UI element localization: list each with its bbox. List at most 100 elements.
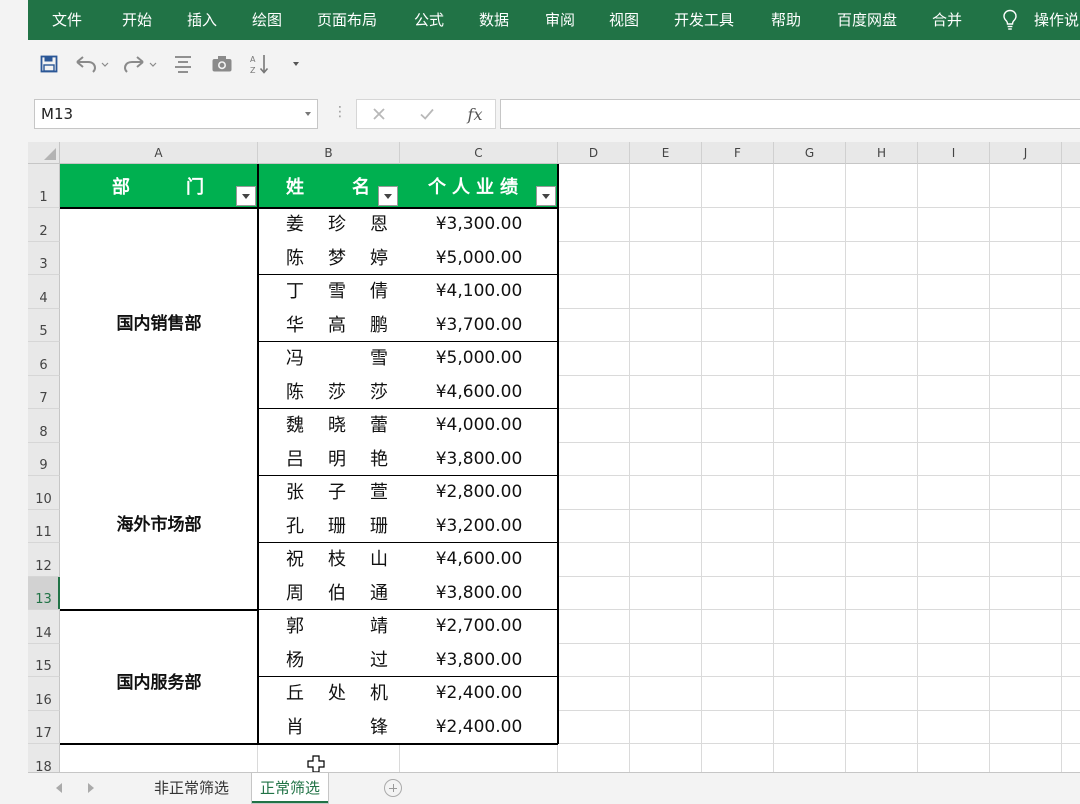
filter-dropdown-button[interactable]	[378, 186, 398, 206]
row-header-6[interactable]: 6	[28, 342, 60, 376]
header-cell-performance[interactable]: 个人业绩	[400, 164, 558, 208]
customize-toolbar-button[interactable]	[288, 52, 304, 76]
tab-file[interactable]: 文件	[52, 0, 82, 40]
row-header-7[interactable]: 7	[28, 376, 60, 409]
row-header-2[interactable]: 2	[28, 208, 60, 242]
row-header-12[interactable]: 12	[28, 543, 60, 577]
sort-button[interactable]: A Z	[248, 52, 272, 76]
header-cell-department[interactable]: 部 门	[60, 164, 258, 208]
tab-page-layout[interactable]: 页面布局	[317, 0, 377, 40]
name-cell[interactable]: 杨过	[258, 644, 388, 677]
column-header-g[interactable]: G	[774, 142, 846, 164]
column-header-k[interactable]	[1062, 142, 1080, 164]
scroll-sheets-right-button[interactable]	[88, 783, 94, 793]
lightbulb-icon[interactable]	[1002, 9, 1018, 31]
performance-cell[interactable]: ¥2,700.00	[414, 610, 544, 643]
column-header-j[interactable]: J	[990, 142, 1062, 164]
name-cell[interactable]: 陈莎莎	[258, 376, 388, 409]
column-header-e[interactable]: E	[630, 142, 702, 164]
column-header-i[interactable]: I	[918, 142, 990, 164]
performance-cell[interactable]: ¥2,400.00	[414, 677, 544, 710]
department-cell[interactable]: 国内销售部	[60, 309, 258, 334]
tell-me-search[interactable]: 操作说	[1034, 0, 1079, 40]
row-header-1[interactable]: 1	[28, 164, 60, 208]
redo-button[interactable]	[120, 52, 160, 76]
performance-cell[interactable]: ¥2,800.00	[414, 476, 544, 509]
performance-cell[interactable]: ¥3,800.00	[414, 443, 544, 476]
department-cell[interactable]: 海外市场部	[60, 510, 258, 535]
sheet-tab-normal-filter[interactable]: 正常筛选	[252, 773, 329, 803]
formula-input[interactable]	[500, 99, 1080, 129]
name-cell[interactable]: 冯雪	[258, 342, 388, 375]
column-header-c[interactable]: C	[400, 142, 558, 164]
name-cell[interactable]: 华高鹏	[258, 309, 388, 342]
filter-dropdown-button[interactable]	[236, 186, 256, 206]
department-cell[interactable]: 国内服务部	[60, 668, 258, 693]
performance-cell[interactable]: ¥3,800.00	[414, 644, 544, 677]
name-cell[interactable]: 郭靖	[258, 610, 388, 643]
row-header-10[interactable]: 10	[28, 476, 60, 510]
tab-insert[interactable]: 插入	[187, 0, 217, 40]
insert-function-button[interactable]: fx	[461, 100, 489, 128]
performance-cell[interactable]: ¥4,000.00	[414, 409, 544, 442]
tab-home[interactable]: 开始	[122, 0, 152, 40]
add-sheet-button[interactable]	[384, 779, 402, 797]
column-header-d[interactable]: D	[558, 142, 630, 164]
performance-cell[interactable]: ¥3,800.00	[414, 577, 544, 610]
header-cell-name[interactable]: 姓 名	[258, 164, 400, 208]
row-header-16[interactable]: 16	[28, 677, 60, 711]
performance-cell[interactable]: ¥5,000.00	[414, 342, 544, 375]
chevron-down-icon[interactable]	[305, 112, 311, 116]
performance-cell[interactable]: ¥3,700.00	[414, 309, 544, 342]
performance-cell[interactable]: ¥3,300.00	[414, 208, 544, 241]
name-cell[interactable]: 丘处机	[258, 677, 388, 710]
row-header-18[interactable]: 18	[28, 744, 60, 772]
name-cell[interactable]: 周伯通	[258, 577, 388, 610]
tab-developer[interactable]: 开发工具	[674, 0, 734, 40]
row-header-8[interactable]: 8	[28, 409, 60, 443]
tab-formulas[interactable]: 公式	[414, 0, 444, 40]
name-cell[interactable]: 吕明艳	[258, 443, 388, 476]
performance-cell[interactable]: ¥4,600.00	[414, 543, 544, 576]
cancel-edit-button[interactable]	[365, 100, 393, 128]
column-header-f[interactable]: F	[702, 142, 774, 164]
performance-cell[interactable]: ¥3,200.00	[414, 510, 544, 543]
row-header-11[interactable]: 11	[28, 510, 60, 543]
scroll-sheets-left-button[interactable]	[56, 783, 62, 793]
column-header-h[interactable]: H	[846, 142, 918, 164]
tab-baidu-netdisk[interactable]: 百度网盘	[837, 0, 897, 40]
select-all-button[interactable]	[28, 142, 60, 164]
tab-help[interactable]: 帮助	[771, 0, 801, 40]
name-box[interactable]: M13	[34, 99, 318, 129]
column-header-a[interactable]: A	[60, 142, 258, 164]
tab-review[interactable]: 审阅	[545, 0, 575, 40]
row-header-13[interactable]: 13	[28, 577, 60, 610]
performance-cell[interactable]: ¥4,600.00	[414, 376, 544, 409]
tab-view[interactable]: 视图	[609, 0, 639, 40]
formula-bar-resize-handle[interactable]: ⋮	[333, 104, 347, 120]
row-header-9[interactable]: 9	[28, 443, 60, 476]
performance-cell[interactable]: ¥5,000.00	[414, 242, 544, 275]
name-cell[interactable]: 魏晓蕾	[258, 409, 388, 442]
filter-dropdown-button[interactable]	[536, 186, 556, 206]
performance-cell[interactable]: ¥2,400.00	[414, 711, 544, 744]
confirm-edit-button[interactable]	[413, 100, 441, 128]
name-cell[interactable]: 丁雪倩	[258, 275, 388, 308]
row-header-15[interactable]: 15	[28, 644, 60, 677]
undo-button[interactable]	[72, 52, 112, 76]
row-header-4[interactable]: 4	[28, 275, 60, 309]
name-cell[interactable]: 陈梦婷	[258, 242, 388, 275]
name-cell[interactable]: 姜珍恩	[258, 208, 388, 241]
tab-draw[interactable]: 绘图	[252, 0, 282, 40]
name-cell[interactable]: 张子萱	[258, 476, 388, 509]
row-header-14[interactable]: 14	[28, 610, 60, 644]
row-header-17[interactable]: 17	[28, 711, 60, 744]
save-button[interactable]	[38, 52, 60, 76]
tab-data[interactable]: 数据	[479, 0, 509, 40]
name-cell[interactable]: 孔珊珊	[258, 510, 388, 543]
row-header-5[interactable]: 5	[28, 309, 60, 342]
column-header-b[interactable]: B	[258, 142, 400, 164]
camera-button[interactable]	[210, 52, 234, 76]
sheet-tab-abnormal-filter[interactable]: 非正常筛选	[146, 773, 237, 803]
row-header-3[interactable]: 3	[28, 242, 60, 275]
